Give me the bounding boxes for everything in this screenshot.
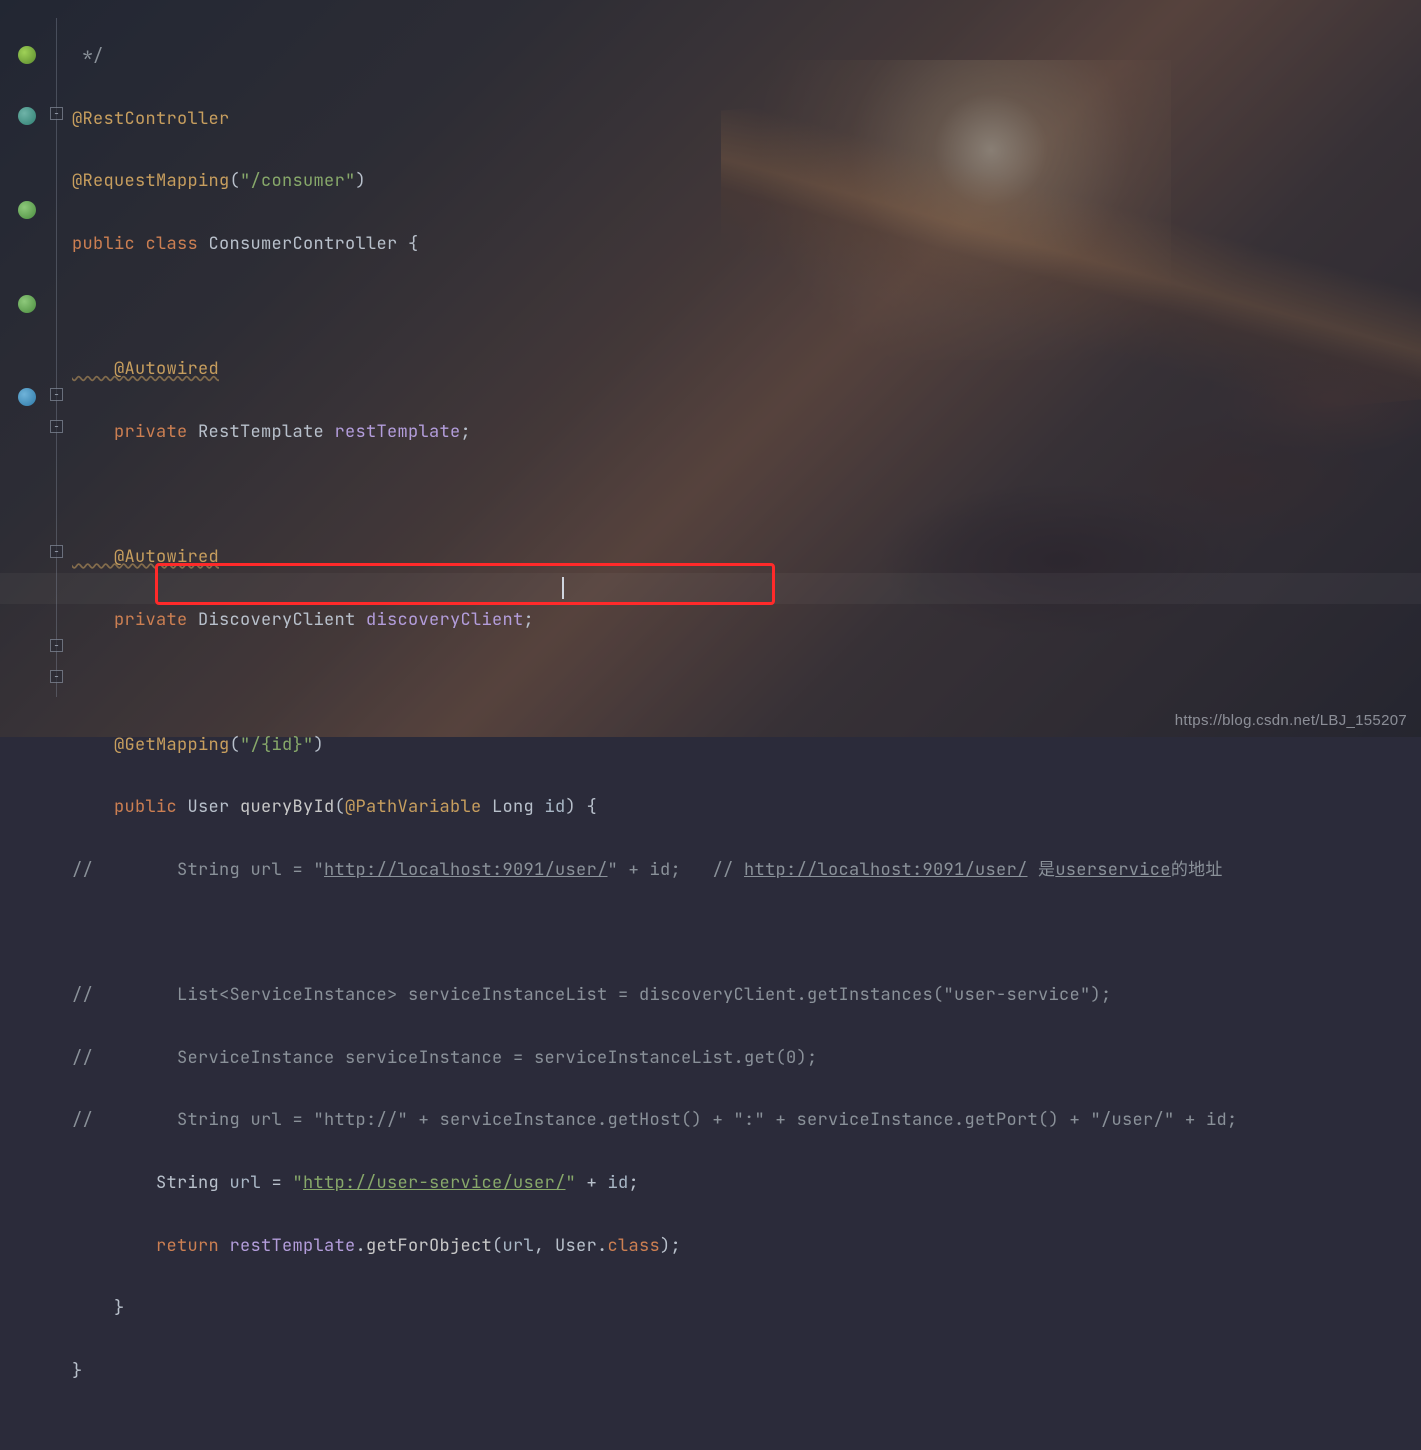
comment-url1-pre: // String url = " bbox=[72, 859, 324, 881]
class-bean-icon[interactable] bbox=[18, 46, 36, 64]
type-discoveryclient: DiscoveryClient bbox=[198, 609, 366, 631]
paren-open: ( bbox=[230, 170, 241, 192]
kw-class: class bbox=[146, 233, 209, 255]
kw-private-1: private bbox=[72, 421, 198, 443]
paren-close-m: ) { bbox=[566, 796, 598, 818]
var-discoveryclient: discoveryClient bbox=[366, 609, 524, 631]
string-consumer: "/consumer" bbox=[240, 170, 356, 192]
str-url-path: /user/ bbox=[503, 1172, 566, 1194]
gutter bbox=[0, 0, 48, 737]
comma: , bbox=[534, 1235, 555, 1257]
paren-open-g: ( bbox=[492, 1235, 503, 1257]
type-user-2: User bbox=[555, 1235, 597, 1257]
fold-toggle-block2[interactable]: − bbox=[50, 545, 63, 558]
fold-column: − − − − − − bbox=[48, 0, 72, 737]
comment-url1-post: " + id; // bbox=[608, 859, 745, 881]
call-getforobject: getForObject bbox=[366, 1235, 492, 1257]
autowired-bean-icon[interactable] bbox=[18, 201, 36, 219]
comment-url3: // String url = "http://" + serviceInsta… bbox=[72, 1109, 1238, 1131]
fold-toggle-class[interactable]: − bbox=[50, 107, 63, 120]
semi-2: ; bbox=[524, 609, 535, 631]
comment-si: // ServiceInstance serviceInstance = ser… bbox=[72, 1047, 818, 1069]
param-id: id bbox=[545, 796, 566, 818]
type-user: User bbox=[188, 796, 241, 818]
code-editor[interactable]: − − − − − − */ @RestController @RequestMappin… bbox=[0, 0, 1421, 737]
paren-close-g: ); bbox=[660, 1235, 681, 1257]
brace-close-class: } bbox=[72, 1360, 83, 1382]
semi: ; bbox=[461, 421, 472, 443]
comment-url2: http://localhost:9091/user/ bbox=[744, 859, 1028, 881]
dot-1: . bbox=[356, 1235, 367, 1257]
type-string-url: String bbox=[72, 1172, 230, 1194]
semi-url: ; bbox=[629, 1172, 640, 1194]
comment-end: */ bbox=[72, 45, 104, 67]
kw-private-2: private bbox=[72, 609, 198, 631]
op-plus: + bbox=[587, 1172, 608, 1194]
comment-cn2: 的地址 bbox=[1171, 859, 1223, 881]
anno-autowired-2: @Autowired bbox=[72, 546, 219, 568]
string-id: "/{id}" bbox=[240, 734, 314, 756]
kw-class-ref: class bbox=[608, 1235, 661, 1257]
dot-2: . bbox=[597, 1235, 608, 1257]
type-resttemplate: RestTemplate bbox=[198, 421, 335, 443]
comment-userservice: userservice bbox=[1055, 859, 1171, 881]
arg-url: url bbox=[503, 1235, 535, 1257]
comment-cn1: 是 bbox=[1028, 859, 1056, 881]
fold-toggle-method[interactable]: − bbox=[50, 388, 63, 401]
type-long: Long bbox=[492, 796, 545, 818]
anno-autowired-1: @Autowired bbox=[72, 358, 219, 380]
comment-url1: http://localhost:9091/user/ bbox=[324, 859, 608, 881]
anno-restcontroller: @RestController bbox=[72, 108, 230, 130]
var-resttemplate: restTemplate bbox=[335, 421, 461, 443]
comment-list: // List<ServiceInstance> serviceInstance… bbox=[72, 984, 1112, 1006]
watermark-text: https://blog.csdn.net/LBJ_155207 bbox=[1175, 712, 1407, 729]
str-q1: " bbox=[293, 1172, 304, 1194]
op-eq: = bbox=[272, 1172, 293, 1194]
anno-getmapping: @GetMapping bbox=[72, 734, 230, 756]
paren-close: ) bbox=[356, 170, 367, 192]
str-q2: " bbox=[566, 1172, 587, 1194]
paren-close-gm: ) bbox=[314, 734, 325, 756]
var-rt-use: restTemplate bbox=[230, 1235, 356, 1257]
fold-toggle-close2[interactable]: − bbox=[50, 670, 63, 683]
class-name: ConsumerController bbox=[209, 233, 409, 255]
code-area[interactable]: */ @RestController @RequestMapping("/con… bbox=[72, 0, 1421, 737]
fold-toggle-block1[interactable]: − bbox=[50, 420, 63, 433]
method-querybyid: queryById bbox=[240, 796, 335, 818]
autowired-bean-icon-2[interactable] bbox=[18, 295, 36, 313]
brace-open: { bbox=[408, 233, 419, 255]
fold-toggle-close1[interactable]: − bbox=[50, 639, 63, 652]
str-url-host: http://user-service bbox=[303, 1172, 503, 1194]
kw-public: public bbox=[72, 233, 146, 255]
anno-pathvariable: @PathVariable bbox=[345, 796, 492, 818]
anno-requestmapping: @RequestMapping bbox=[72, 170, 230, 192]
var-url: url bbox=[230, 1172, 272, 1194]
paren-open-gm: ( bbox=[230, 734, 241, 756]
kw-public-m: public bbox=[72, 796, 188, 818]
class-marker-icon[interactable] bbox=[18, 107, 36, 125]
var-id-use: id bbox=[608, 1172, 629, 1194]
paren-open-m: ( bbox=[335, 796, 346, 818]
brace-close-method: } bbox=[72, 1297, 125, 1319]
text-cursor bbox=[562, 577, 564, 599]
kw-return: return bbox=[72, 1235, 230, 1257]
request-mapping-icon[interactable] bbox=[18, 388, 36, 406]
